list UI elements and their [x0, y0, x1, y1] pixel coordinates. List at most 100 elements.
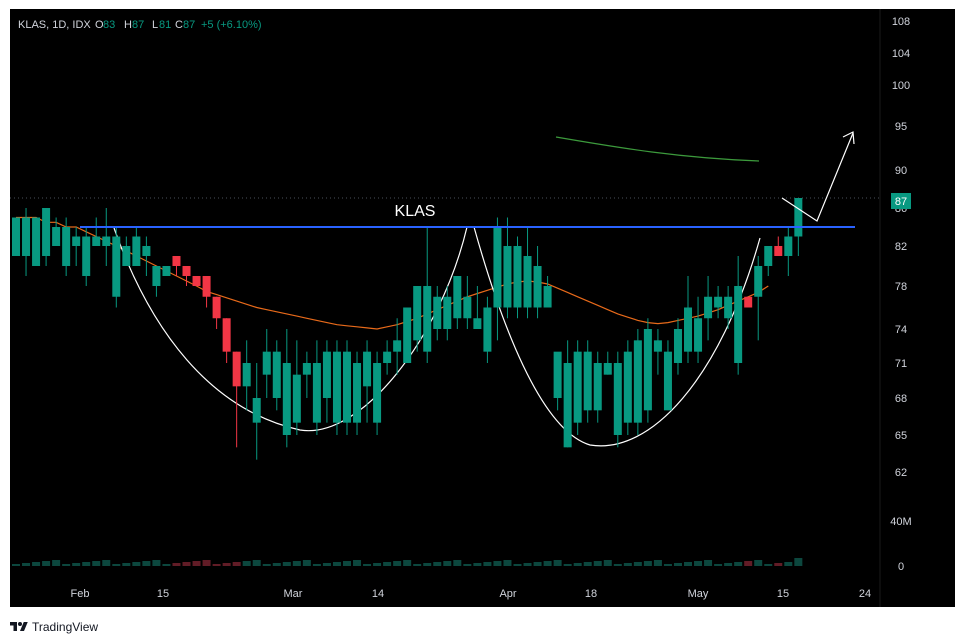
- x-tick-label: 15: [157, 588, 169, 600]
- y-tick-label: 68: [895, 393, 907, 405]
- candle-body: [573, 351, 582, 423]
- volume-bar: [764, 564, 773, 566]
- volume-bar: [232, 562, 241, 566]
- volume-bar: [282, 562, 291, 566]
- legend-high-value: 87: [132, 19, 144, 31]
- last-price-label: 87: [895, 196, 907, 208]
- candle-body: [272, 351, 281, 398]
- candle-body: [443, 296, 452, 329]
- y-tick-label: 78: [895, 281, 907, 293]
- volume-tick-label: 0: [898, 561, 904, 573]
- volume-bar: [202, 560, 211, 566]
- volume-bar: [112, 564, 121, 566]
- y-tick-label: 90: [895, 165, 907, 177]
- candle-body: [673, 329, 682, 363]
- x-tick-label: 24: [859, 588, 871, 600]
- y-tick-label: 100: [892, 80, 910, 92]
- legend-high-label: H: [124, 19, 132, 31]
- x-tick-label: Mar: [284, 588, 303, 600]
- volume-bar: [342, 561, 351, 566]
- volume-bar: [523, 563, 532, 566]
- candle-body: [242, 363, 251, 387]
- volume-bar: [633, 562, 642, 566]
- candle-body: [483, 307, 492, 352]
- candle-body: [543, 286, 552, 308]
- candle-body: [62, 227, 71, 266]
- volume-bar: [132, 562, 141, 566]
- candle-body: [513, 246, 522, 308]
- candle-body: [282, 363, 291, 435]
- candle-body: [403, 307, 412, 363]
- candle-body: [322, 351, 331, 398]
- chart-background: [10, 9, 955, 607]
- candle-body: [714, 296, 723, 308]
- candle-body: [102, 236, 111, 246]
- candle-body: [353, 363, 362, 423]
- candle-body: [553, 351, 562, 398]
- candle-body: [32, 217, 41, 266]
- chart-title: KLAS: [395, 203, 436, 220]
- volume-bar: [62, 564, 71, 566]
- candle-body: [613, 363, 622, 435]
- candle-body: [684, 307, 693, 352]
- legend-change: +5 (+6.10%): [201, 19, 262, 31]
- volume-bar: [734, 562, 743, 566]
- candle-body: [663, 351, 672, 411]
- candle-body: [503, 246, 512, 308]
- footer: TradingView: [10, 616, 98, 638]
- y-tick-label: 108: [892, 16, 910, 28]
- candle-body: [172, 256, 181, 266]
- candle-body: [593, 363, 602, 411]
- legend-symbol: KLAS, 1D, IDX: [18, 19, 91, 31]
- candle-body: [212, 296, 221, 319]
- volume-bar: [673, 563, 682, 566]
- volume-bar: [292, 561, 301, 566]
- y-tick-label: 65: [895, 430, 907, 442]
- candle-body: [794, 198, 803, 237]
- candle-body: [52, 227, 61, 246]
- volume-bar: [142, 561, 151, 566]
- candle-body: [122, 246, 131, 266]
- candle-body: [603, 363, 612, 375]
- candle-body: [754, 266, 763, 297]
- volume-bar: [714, 564, 723, 566]
- legend-low-label: L: [152, 19, 158, 31]
- volume-bar: [443, 561, 452, 566]
- y-tick-label: 74: [895, 324, 907, 336]
- volume-bar: [573, 563, 582, 566]
- x-tick-label: 14: [372, 588, 384, 600]
- legend-low-value: 81: [159, 19, 171, 31]
- candle-body: [393, 340, 402, 352]
- candle-body: [252, 398, 261, 423]
- volume-bar: [32, 562, 41, 566]
- candle-body: [72, 236, 81, 246]
- candle-body: [563, 363, 572, 448]
- volume-bar: [784, 562, 793, 566]
- candle-body: [433, 296, 442, 329]
- volume-bar: [704, 560, 713, 566]
- candle-body: [42, 208, 51, 256]
- volume-bar: [363, 564, 372, 566]
- candle-body: [302, 363, 311, 375]
- candle-body: [22, 217, 31, 256]
- volume-bar: [152, 560, 161, 566]
- candle-body: [342, 351, 351, 423]
- volume-bar: [413, 564, 422, 566]
- volume-bar: [12, 564, 20, 566]
- candle-body: [92, 236, 101, 246]
- y-tick-label: 82: [895, 241, 907, 253]
- volume-bar: [583, 562, 592, 566]
- tradingview-logo-icon: [10, 622, 28, 631]
- volume-bar: [593, 561, 602, 566]
- legend-close-value: 87: [183, 19, 195, 31]
- candle-body: [734, 286, 743, 363]
- volume-bar: [643, 561, 652, 566]
- candle-body: [363, 351, 372, 387]
- volume-bar: [122, 563, 131, 566]
- chart-canvas[interactable]: 108104100959087868278747168656240M0Feb15…: [0, 0, 965, 643]
- candle-body: [82, 236, 91, 276]
- x-tick-label: May: [688, 588, 709, 600]
- candle-body: [453, 276, 462, 319]
- candle-body: [162, 266, 171, 276]
- candle-body: [413, 286, 422, 341]
